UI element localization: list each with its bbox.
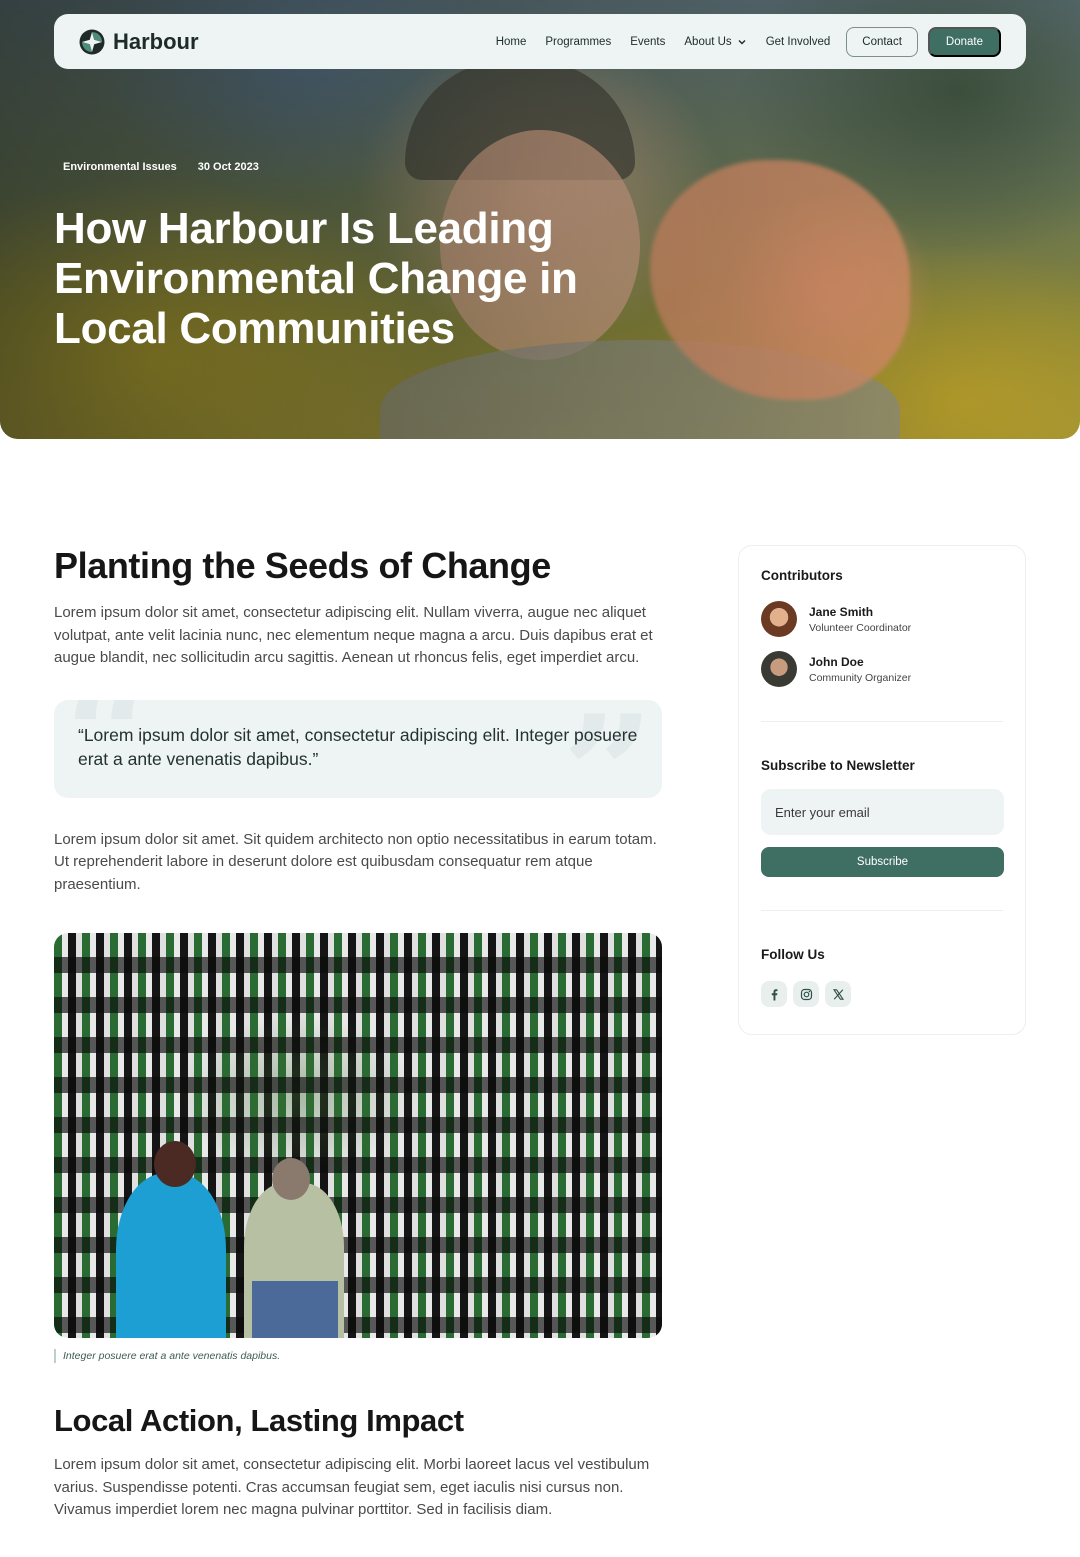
follow-title: Follow Us — [761, 947, 825, 962]
subscribe-button[interactable]: Subscribe — [761, 847, 1004, 877]
contributors-title: Contributors — [761, 568, 843, 583]
instagram-link[interactable] — [793, 981, 819, 1007]
contributor-role: Volunteer Coordinator — [809, 621, 912, 634]
avatar — [761, 601, 797, 637]
section-heading-local-action: Local Action, Lasting Impact — [54, 1403, 464, 1438]
nav-link-programmes[interactable]: Programmes — [545, 36, 611, 48]
chevron-down-icon — [738, 39, 746, 44]
x-link[interactable] — [825, 981, 851, 1007]
pull-quote-text: “Lorem ipsum dolor sit amet, consectetur… — [78, 724, 638, 770]
contact-button[interactable]: Contact — [846, 26, 918, 57]
nav-link-about-us-label: About Us — [684, 35, 732, 48]
article-category[interactable]: Environmental Issues — [63, 161, 177, 173]
social-links — [761, 981, 1003, 1007]
image-caption: Integer posuere erat a ante venenatis da… — [54, 1349, 662, 1363]
newsletter-title: Subscribe to Newsletter — [761, 758, 915, 773]
article-meta: Environmental Issues 30 Oct 2023 — [63, 161, 259, 173]
contributor-info: Jane Smith Volunteer Coordinator — [809, 605, 911, 634]
sidebar-divider — [761, 910, 1003, 911]
avatar — [761, 651, 797, 687]
x-icon — [832, 988, 844, 1000]
top-navbar: Harbour Home Programmes Events About Us … — [54, 14, 1026, 69]
section-heading-seeds: Planting the Seeds of Change — [54, 545, 551, 586]
article-title: How Harbour Is Leading Environmental Cha… — [54, 204, 578, 353]
contributor-item[interactable]: John Doe Community Organizer — [761, 651, 1003, 687]
harbour-logo-icon — [79, 29, 105, 54]
article-date: 30 Oct 2023 — [197, 161, 259, 173]
nav-links: Home Programmes Events About Us Get Invo… — [496, 36, 831, 48]
nav-link-events[interactable]: Events — [630, 36, 665, 48]
logo[interactable]: Harbour — [79, 29, 199, 55]
article-sidebar: Contributors Jane Smith Volunteer Coordi… — [738, 545, 1026, 1035]
pull-quote: “ ” “Lorem ipsum dolor sit amet, consect… — [54, 699, 662, 798]
article-image — [54, 933, 662, 1338]
contributor-item[interactable]: Jane Smith Volunteer Coordinator — [761, 601, 1003, 637]
email-field[interactable] — [761, 789, 1004, 835]
photo-person-blue-backpack — [116, 1173, 226, 1338]
facebook-link[interactable] — [761, 981, 787, 1007]
contributor-name: Jane Smith — [809, 604, 874, 619]
nav-link-about-us[interactable]: About Us — [684, 36, 746, 48]
nav-link-get-involved[interactable]: Get Involved — [766, 36, 831, 48]
sidebar-divider — [761, 721, 1003, 722]
article-paragraph-1: Lorem ipsum dolor sit amet, consectetur … — [54, 604, 653, 666]
logo-text: Harbour — [113, 28, 199, 54]
article-body: Planting the Seeds of Change Lorem ipsum… — [54, 540, 662, 1522]
contributor-role: Community Organizer — [809, 671, 912, 684]
photo-person-head — [154, 1141, 196, 1187]
photo-person-jeans — [252, 1281, 338, 1338]
contributor-name: John Doe — [809, 654, 864, 669]
facebook-icon — [771, 988, 777, 1000]
donate-button[interactable]: Donate — [927, 26, 1001, 57]
nav-link-home[interactable]: Home — [496, 36, 527, 48]
instagram-icon — [800, 988, 812, 1000]
contributor-info: John Doe Community Organizer — [809, 655, 911, 684]
article-paragraph-3: Lorem ipsum dolor sit amet, consectetur … — [54, 1456, 650, 1518]
article-paragraph-2: Lorem ipsum dolor sit amet. Sit quidem a… — [54, 830, 657, 893]
photo-person-head — [272, 1158, 310, 1200]
